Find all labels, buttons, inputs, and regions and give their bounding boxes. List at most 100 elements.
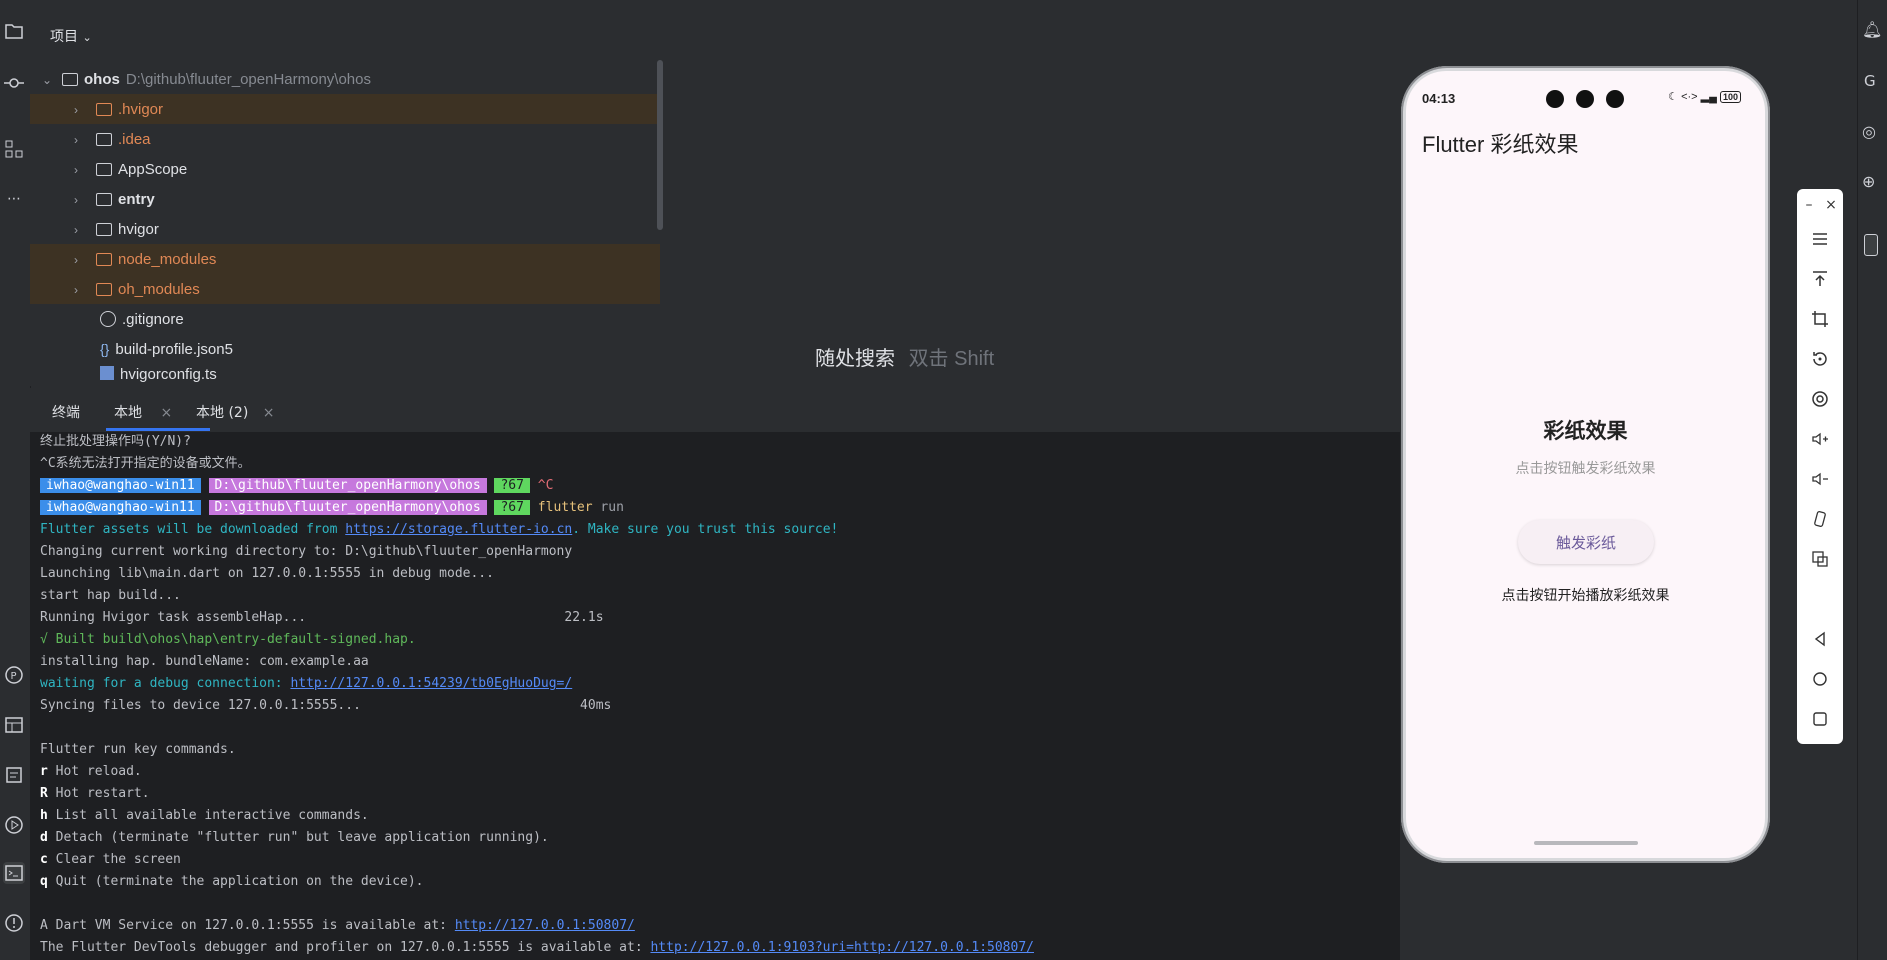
terminal-line: waiting for a debug connection: http://1… (40, 674, 572, 694)
tree-item-label: AppScope (118, 160, 188, 178)
folder-icon (96, 252, 112, 266)
project-scrollbar[interactable] (657, 60, 663, 230)
line-text: waiting for a debug connection: (40, 676, 291, 691)
plugin-p-icon[interactable]: P (3, 664, 25, 686)
chevron-down-icon[interactable]: ⌄ (42, 73, 54, 87)
back-icon[interactable] (1808, 627, 1832, 651)
crop-icon[interactable] (1808, 307, 1832, 331)
close-icon[interactable]: × (263, 405, 275, 421)
line-text: Clear the screen (47, 852, 181, 867)
project-header[interactable]: 项目 ⌄ (50, 26, 92, 46)
tree-item-build-profile[interactable]: {} build-profile.json5 (30, 334, 660, 364)
camera-icon (1576, 90, 1594, 108)
notes-icon[interactable] (3, 764, 25, 786)
tree-item-hvigor-dot[interactable]: › .hvigor (30, 94, 660, 124)
tree-item-entry[interactable]: › entry (30, 184, 660, 214)
line-text: Hot reload. (47, 764, 142, 779)
volume-up-icon[interactable] (1808, 427, 1832, 451)
minimize-icon[interactable]: – (1801, 193, 1817, 217)
tab-local[interactable]: 本地 × (114, 402, 172, 422)
tree-item-oh-modules[interactable]: › oh_modules (30, 274, 660, 304)
link[interactable]: http://127.0.0.1:9103?uri=http://127.0.0… (650, 940, 1034, 955)
device-manager-icon[interactable]: ⊕ (1862, 172, 1875, 191)
prompt-path: D:\github\fluuter_openHarmony\ohos (208, 500, 487, 515)
tree-item-appscope[interactable]: › AppScope (30, 154, 660, 184)
terminal-line: √ Built build\ohos\hap\entry-default-sig… (40, 632, 416, 647)
layout-icon[interactable] (3, 714, 25, 736)
chevron-right-icon[interactable]: › (74, 103, 86, 117)
prompt-path: D:\github\fluuter_openHarmony\ohos (208, 478, 487, 493)
tree-item-hvigorconfig[interactable]: hvigorconfig.ts (30, 362, 660, 382)
terminal-line: start hap build... (40, 588, 181, 603)
app-bar-title: Flutter 彩纸效果 (1422, 132, 1579, 157)
structure-icon[interactable] (3, 138, 25, 160)
link[interactable]: http://127.0.0.1:50807/ (455, 918, 635, 933)
line-text: Hot restart. (47, 786, 150, 801)
line-text: The Flutter DevTools debugger and profil… (40, 940, 651, 955)
prompt-command: flutter (537, 500, 593, 515)
chevron-down-icon[interactable]: ⌄ (82, 31, 91, 44)
battery-icon: 100 (1719, 91, 1741, 103)
run-icon[interactable] (3, 814, 25, 836)
recents-icon[interactable] (1808, 707, 1832, 731)
terminal-output[interactable]: 终止批处理操作吗(Y/N)? ^C系统无法打开指定的设备或文件。 iwhao@w… (30, 432, 1400, 960)
tree-root[interactable]: ⌄ ohos D:\github\fluuter_openHarmony\oho… (30, 64, 672, 94)
trigger-confetti-button[interactable]: 触发彩纸 (1518, 520, 1654, 564)
shake-icon[interactable] (1808, 507, 1832, 531)
commit-icon[interactable] (3, 72, 25, 94)
terminal-line: d Detach (terminate "flutter run" but le… (40, 828, 549, 848)
close-icon[interactable]: × (160, 405, 172, 421)
close-icon[interactable]: × (1823, 193, 1839, 217)
pin-top-icon[interactable] (1808, 267, 1832, 291)
device-mirror-icon[interactable] (1864, 234, 1878, 256)
terminal-line: A Dart VM Service on 127.0.0.1:5555 is a… (40, 916, 635, 936)
volume-down-icon[interactable] (1808, 467, 1832, 491)
ignore-file-icon (100, 311, 116, 327)
project-panel: 项目 ⌄ ⌄ ohos D:\github\fluuter_openHarmon… (30, 8, 670, 386)
link[interactable]: http://127.0.0.1:54239/tb0EgHuoDug=/ (290, 676, 572, 691)
chevron-right-icon[interactable]: › (74, 133, 86, 147)
tree-item-hvigor[interactable]: › hvigor (30, 214, 660, 244)
phone-screen[interactable]: 04:13 ☾ <·> ▂▄ 100 Flutter 彩纸效果 彩纸效果 点击按… (1406, 71, 1765, 858)
tree-item-gitignore[interactable]: .gitignore (30, 304, 660, 334)
chevron-right-icon[interactable]: › (74, 193, 86, 207)
screenshot-icon[interactable] (1808, 547, 1832, 571)
folder-icon (96, 222, 112, 236)
emulator-toolbar: – × (1797, 189, 1843, 744)
link[interactable]: https://storage.flutter-io.cn (345, 522, 572, 537)
project-header-label: 项目 (50, 29, 78, 45)
terminal-line: installing hap. bundleName: com.example.… (40, 654, 369, 669)
home-indicator[interactable] (1534, 841, 1638, 845)
menu-icon[interactable] (1808, 227, 1832, 251)
title-strip (30, 0, 1887, 8)
status-time: 04:13 (1422, 91, 1456, 106)
chevron-right-icon[interactable]: › (74, 253, 86, 267)
terminal-line: The Flutter DevTools debugger and profil… (40, 938, 1034, 958)
prompt-branch: ?67 (494, 478, 530, 493)
line-text: Flutter assets will be downloaded from (40, 522, 346, 537)
line-text: A Dart VM Service on 127.0.0.1:5555 is a… (40, 918, 455, 933)
tree-item-node-modules[interactable]: › node_modules (30, 244, 660, 274)
more-icon[interactable]: ⋯ (3, 188, 25, 210)
chevron-right-icon[interactable]: › (74, 223, 86, 237)
notifications-icon[interactable]: 🔔︎ (1862, 20, 1882, 39)
ai-assistant-icon[interactable]: ◎ (1862, 122, 1876, 141)
status-hint: 点击按钮开始播放彩纸效果 (1501, 587, 1670, 603)
terminal-line: Flutter run key commands. (40, 742, 236, 757)
problems-icon[interactable] (3, 912, 25, 934)
project-icon[interactable] (3, 20, 25, 42)
chevron-right-icon[interactable]: › (74, 163, 86, 177)
folder-icon (96, 132, 112, 146)
gradle-icon[interactable]: G (1864, 72, 1876, 90)
location-icon[interactable] (1808, 387, 1832, 411)
terminal-line: Changing current working directory to: D… (40, 544, 573, 559)
chevron-right-icon[interactable]: › (74, 283, 86, 297)
tree-item-idea[interactable]: › .idea (30, 124, 660, 154)
rotate-icon[interactable] (1808, 347, 1832, 371)
tree-item-label: entry (118, 190, 155, 208)
home-icon[interactable] (1808, 667, 1832, 691)
search-hint-shortcut: 双击 Shift (908, 348, 995, 370)
terminal-icon[interactable] (3, 862, 25, 884)
tab-local-2[interactable]: 本地 (2) × (196, 402, 274, 422)
terminal-line: Flutter assets will be downloaded from h… (40, 520, 838, 540)
